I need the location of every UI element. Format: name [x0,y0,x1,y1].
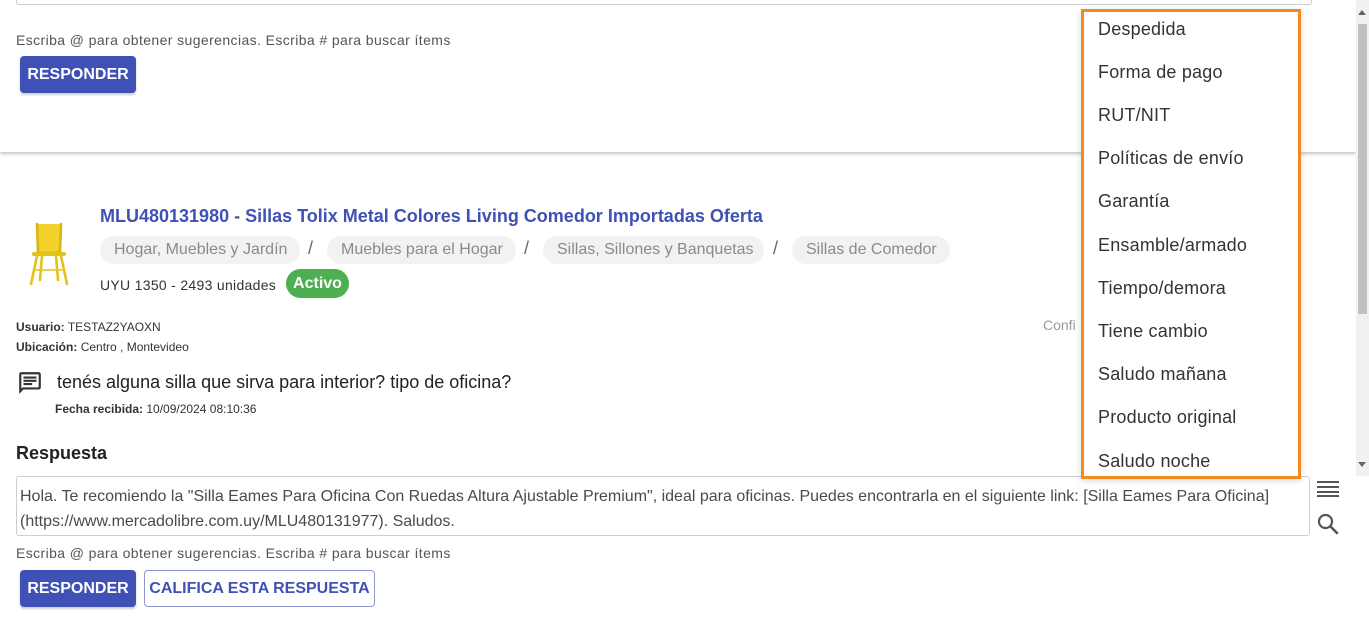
breadcrumb-separator: / [308,238,314,258]
template-item-garantia[interactable]: Garantía [1098,191,1170,212]
previous-answer-input[interactable] [16,0,1312,5]
location-row: Ubicación: Centro , Montevideo [16,340,189,354]
status-badge: Activo [286,269,349,298]
template-item-politicas-envio[interactable]: Políticas de envío [1098,148,1244,169]
template-dropdown-menu: Despedida Forma de pago RUT/NIT Política… [1081,9,1301,479]
answer-textarea[interactable]: Hola. Te recomiendo la "Silla Eames Para… [16,476,1310,536]
previous-reply-button[interactable]: RESPONDER [20,56,136,93]
location-label: Ubicación: [16,340,78,354]
page-scrollbar[interactable] [1356,0,1369,476]
question-text: tenés alguna silla que sirva para interi… [57,372,512,392]
previous-hint-text: Escriba @ para obtener sugerencias. Escr… [16,32,451,48]
date-value: 10/09/2024 08:10:36 [146,402,257,416]
template-item-rut-nit[interactable]: RUT/NIT [1098,105,1170,126]
price-stock-text: UYU 1350 - 2493 unidades [100,277,277,293]
template-item-producto-original[interactable]: Producto original [1098,407,1236,428]
breadcrumb-item: Hogar, Muebles y Jardín [100,236,300,264]
item-title-link[interactable]: MLU480131980 - Sillas Tolix Metal Colore… [100,206,763,227]
template-item-tiempo[interactable]: Tiempo/demora [1098,278,1226,299]
answer-heading: Respuesta [16,443,108,463]
scroll-thumb[interactable] [1358,24,1367,314]
user-value: TESTAZ2YAOXN [67,320,161,334]
rate-answer-button[interactable]: CALIFICA ESTA RESPUESTA [144,570,375,607]
template-item-forma-de-pago[interactable]: Forma de pago [1098,62,1223,83]
scroll-up-arrow-icon[interactable] [1358,10,1366,15]
user-row: Usuario: TESTAZ2YAOXN [16,320,161,334]
breadcrumb-item: Sillas, Sillones y Banquetas [543,236,764,264]
reply-button[interactable]: RESPONDER [20,570,136,607]
breadcrumb-item: Sillas de Comedor [792,236,950,264]
breadcrumb-separator: / [524,238,530,258]
chat-icon [19,372,41,394]
template-item-tiene-cambio[interactable]: Tiene cambio [1098,321,1208,342]
date-label: Fecha recibida: [55,402,144,416]
menu-lines-icon[interactable] [1317,479,1339,497]
location-value: Centro , Montevideo [80,340,189,354]
breadcrumb-separator: / [773,238,779,258]
chair-icon [29,222,69,286]
template-item-despedida[interactable]: Despedida [1098,19,1186,40]
partial-config-text: Confi [1043,317,1076,333]
user-label: Usuario: [16,320,65,334]
template-item-saludo-manana[interactable]: Saludo mañana [1098,364,1227,385]
breadcrumb-item: Muebles para el Hogar [327,236,516,264]
scroll-down-arrow-icon[interactable] [1358,462,1366,467]
question-date-row: Fecha recibida: 10/09/2024 08:10:36 [55,402,256,416]
answer-hint-text: Escriba @ para obtener sugerencias. Escr… [16,545,451,561]
search-icon[interactable] [1316,512,1340,536]
template-item-ensamble[interactable]: Ensamble/armado [1098,235,1247,256]
template-item-saludo-noche[interactable]: Saludo noche [1098,451,1211,472]
